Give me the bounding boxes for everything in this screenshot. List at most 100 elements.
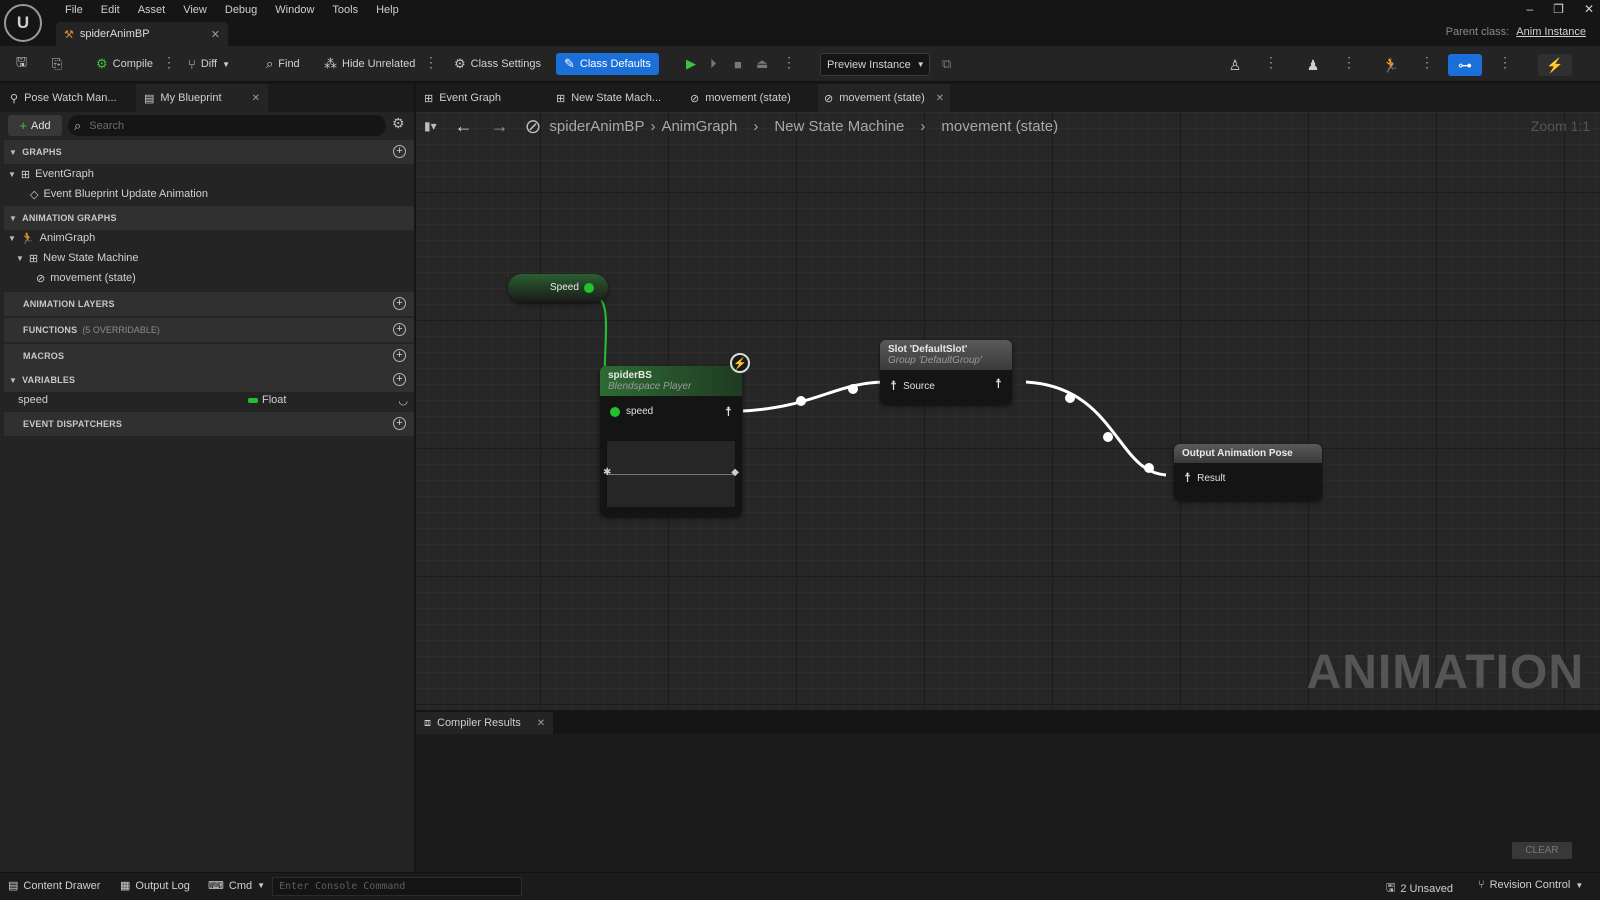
graph-editor-canvas[interactable]: ▮▾ ← → ⊘ spiderAnimBP › AnimGraph › New … — [416, 112, 1600, 710]
preview-instance-label: Preview Instance — [827, 58, 911, 71]
slot-node[interactable]: Slot 'DefaultSlot' Group 'DefaultGroup' … — [880, 340, 1012, 404]
menu-help[interactable]: Help — [367, 2, 408, 18]
add-variable-icon[interactable]: + — [393, 373, 406, 386]
tree-item-animgraph[interactable]: ▼ 🏃 AnimGraph — [8, 228, 95, 248]
menu-debug[interactable]: Debug — [216, 2, 266, 18]
tree-item-state-machine[interactable]: ▼ ⊞ New State Machine — [16, 248, 139, 268]
event-graph-icon: ⊞ — [20, 168, 31, 181]
settings-gear-icon[interactable]: ⚙ — [392, 115, 405, 132]
compile-button[interactable]: ⚙ Compile — [92, 53, 157, 75]
animation-options-icon[interactable]: ⋮ — [1420, 55, 1434, 69]
tree-item-eventgraph[interactable]: ▼ ⊞ EventGraph — [8, 164, 94, 184]
tab-pose-watch[interactable]: ⚲ Pose Watch Man... — [2, 84, 125, 112]
clear-button[interactable]: CLEAR — [1512, 842, 1572, 859]
tab-compiler-results[interactable]: ⧈ Compiler Results ✕ — [416, 712, 554, 734]
eject-button[interactable]: ⏏ — [752, 53, 772, 75]
output-animation-pose-node[interactable]: Output Animation Pose ☨ Result — [1174, 444, 1322, 500]
minimize-icon[interactable]: – — [1526, 2, 1533, 16]
class-defaults-button[interactable]: ✎ Class Defaults — [556, 53, 659, 75]
mesh-mode-button[interactable]: ♟ — [1296, 54, 1330, 76]
menu-tools[interactable]: Tools — [323, 2, 367, 18]
animation-mode-button[interactable]: 🏃 — [1374, 54, 1408, 76]
tree-item-movement-state[interactable]: ⊘ movement (state) — [36, 268, 136, 288]
tab-movement-state[interactable]: ⊘ movement (state) — [684, 84, 814, 112]
debug-filter-button[interactable]: ⧉ — [938, 53, 955, 75]
output-log-button[interactable]: ▦ Output Log — [120, 879, 190, 893]
section-macros[interactable]: MACROS + — [4, 344, 414, 368]
tree-item-event-update[interactable]: ◇ Event Blueprint Update Animation — [30, 184, 208, 204]
cmd-dropdown[interactable]: ⌨ Cmd ▼ — [208, 879, 266, 893]
parent-class-link[interactable]: Anim Instance — [1516, 26, 1586, 38]
add-button[interactable]: + Add — [8, 115, 62, 136]
section-variables[interactable]: ▼ VARIABLES + — [4, 368, 414, 392]
source-input-pin[interactable]: ☨ Source — [890, 378, 935, 394]
add-function-icon[interactable]: + — [393, 323, 406, 336]
float-type-icon — [248, 398, 258, 403]
console-input[interactable]: Enter Console Command — [272, 877, 522, 896]
running-man-icon: 🏃 — [1382, 56, 1400, 73]
output-pin-icon[interactable] — [584, 283, 594, 293]
skeleton-mode-button[interactable]: ♙ — [1218, 54, 1252, 76]
blueprint-mode-button[interactable]: ⊶ — [1448, 54, 1482, 76]
search-input[interactable]: ⌕ Search — [68, 115, 386, 136]
step-button[interactable]: ⏵ — [706, 53, 721, 75]
section-animation-graphs[interactable]: ▼ ANIMATION GRAPHS — [4, 206, 414, 230]
save-button[interactable]: 🖫 — [12, 53, 31, 75]
stop-button[interactable]: ■ — [730, 53, 746, 75]
unreal-logo-icon[interactable]: U — [4, 4, 42, 42]
revision-control-button[interactable]: ⑂ Revision Control ▼ — [1478, 879, 1583, 891]
unsaved-button[interactable]: 🖫 2 Unsaved — [1386, 879, 1453, 898]
speed-input-pin[interactable]: speed — [610, 406, 653, 417]
add-graph-icon[interactable]: + — [393, 145, 406, 158]
cmd-label: Cmd — [228, 879, 253, 892]
blueprint-icon: ▤ — [144, 92, 155, 105]
preview-instance-dropdown[interactable]: Preview Instance ▼ — [820, 53, 930, 76]
chevron-down-icon: ▼ — [257, 881, 266, 890]
menu-view[interactable]: View — [174, 2, 216, 18]
visibility-eye-icon[interactable]: ◡ — [398, 394, 408, 407]
wire-knot — [1144, 463, 1154, 473]
section-animation-layers[interactable]: ANIMATION LAYERS + — [4, 292, 414, 316]
menu-asset[interactable]: Asset — [129, 2, 175, 18]
pose-output-pin-icon[interactable]: ☨ — [995, 376, 1002, 392]
mesh-options-icon[interactable]: ⋮ — [1342, 55, 1356, 69]
menu-file[interactable]: File — [56, 2, 92, 18]
close-window-icon[interactable]: ✕ — [1584, 2, 1594, 16]
speed-getter-node[interactable]: Speed — [508, 274, 608, 302]
tab-my-blueprint[interactable]: ▤ My Blueprint ✕ — [136, 84, 268, 112]
find-button[interactable]: ⌕ Find — [262, 53, 304, 75]
add-layer-icon[interactable]: + — [393, 297, 406, 310]
tab-state-machine[interactable]: ⊞ New State Mach... — [550, 84, 680, 112]
menu-window[interactable]: Window — [266, 2, 323, 18]
diff-button[interactable]: ⑂ Diff ▼ — [184, 53, 234, 75]
blueprint-options-icon[interactable]: ⋮ — [1498, 55, 1512, 69]
hide-options-icon[interactable]: ⋮ — [424, 55, 438, 69]
asset-tab[interactable]: ⚒ spiderAnimBP ✕ — [56, 22, 228, 46]
section-event-dispatchers[interactable]: EVENT DISPATCHERS + — [4, 412, 414, 436]
content-drawer-button[interactable]: ▤ Content Drawer — [8, 879, 100, 893]
blendspace-player-node[interactable]: spiderBS Blendspace Player speed ☨ ✱ ◆ — [600, 366, 742, 516]
skeleton-options-icon[interactable]: ⋮ — [1264, 55, 1278, 69]
add-macro-icon[interactable]: + — [393, 349, 406, 362]
hide-unrelated-button[interactable]: ⁂ Hide Unrelated — [320, 53, 419, 75]
browse-button[interactable]: ⎘ — [48, 53, 66, 75]
add-dispatcher-icon[interactable]: + — [393, 417, 406, 430]
close-icon[interactable]: ✕ — [252, 93, 260, 104]
variable-row-speed[interactable]: speed Float ◡ — [18, 390, 408, 410]
close-icon[interactable]: ✕ — [537, 718, 545, 729]
result-input-pin[interactable]: ☨ Result — [1184, 470, 1225, 486]
close-icon[interactable]: ✕ — [936, 93, 944, 104]
pose-output-pin-icon[interactable]: ☨ — [725, 404, 732, 420]
class-settings-button[interactable]: ⚙ Class Settings — [450, 53, 545, 75]
menu-edit[interactable]: Edit — [92, 2, 129, 18]
tab-event-graph[interactable]: ⊞ Event Graph — [418, 84, 546, 112]
play-button[interactable]: ▶ — [682, 53, 700, 75]
physics-mode-button[interactable]: ⚡ — [1538, 54, 1572, 76]
tab-movement-state-active[interactable]: ⊘ movement (state) ✕ — [818, 84, 950, 112]
compile-options-icon[interactable]: ⋮ — [162, 55, 176, 69]
section-graphs[interactable]: ▼ GRAPHS + — [4, 140, 414, 164]
close-icon[interactable]: ✕ — [211, 28, 220, 41]
play-options-icon[interactable]: ⋮ — [782, 55, 796, 69]
section-functions[interactable]: FUNCTIONS (5 OVERRIDABLE) + — [4, 318, 414, 342]
restore-icon[interactable]: ❐ — [1553, 2, 1564, 16]
